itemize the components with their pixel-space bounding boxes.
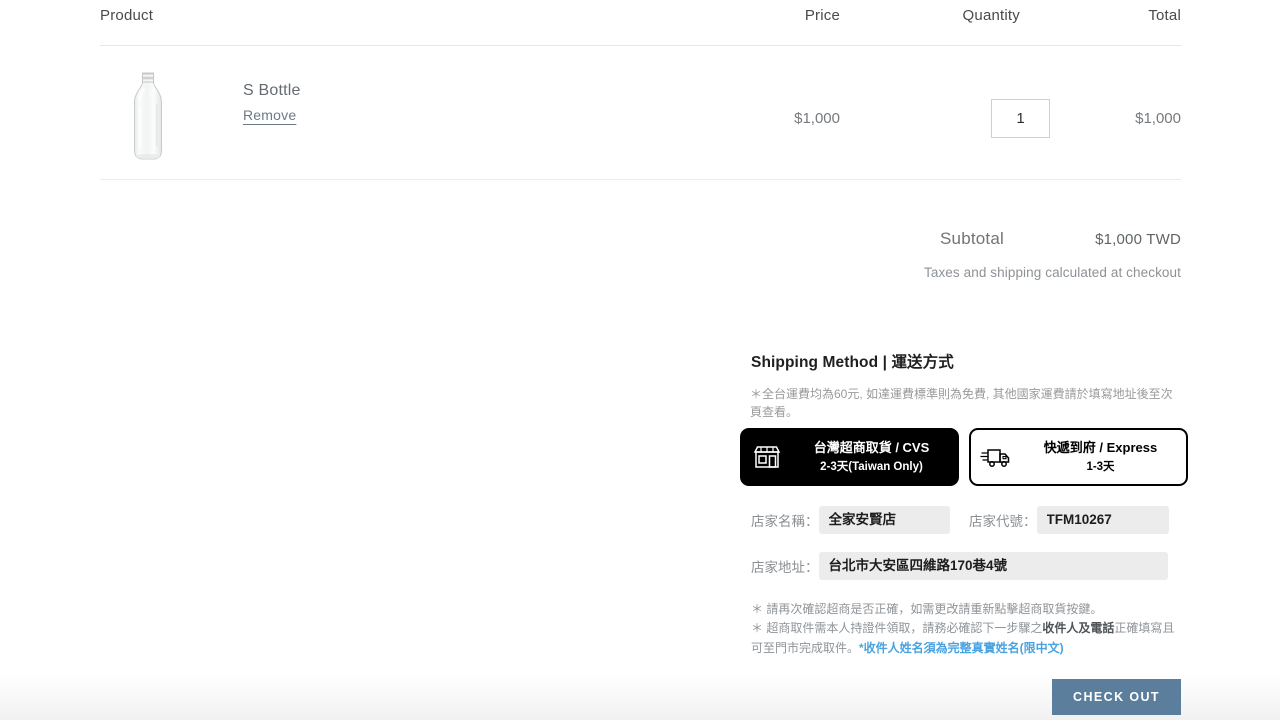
column-header-product: Product [100,7,154,24]
subtotal-label: Subtotal [940,229,1004,248]
store-address-field: 店家地址： [751,552,1168,580]
store-code-input[interactable] [1036,506,1169,534]
tax-shipping-note: Taxes and shipping calculated at checkou… [923,265,1181,280]
shipping-method-title: Shipping Method | 運送方式 [751,354,954,371]
shipping-option-cvs-line2: 2-3天(Taiwan Only) [820,461,923,473]
store-name-label: 店家名稱： [751,514,819,529]
delivery-truck-icon [971,445,1021,469]
subtotal-row: Subtotal $1,000 TWD [940,229,1181,249]
remove-item-button[interactable]: Remove [243,107,296,123]
store-name-input[interactable] [818,506,950,534]
shipping-warning-highlight: *收件人姓名須為完整真實姓名(限中文) [859,640,1064,655]
glass-bottle-photo-icon [134,72,162,160]
shipping-warning-line2-bold: 收件人及電話 [1042,621,1115,636]
column-header-quantity: Quantity [962,7,1020,24]
checkout-button[interactable]: CHECK OUT [1052,679,1181,715]
shipping-option-cvs[interactable]: 台灣超商取貨 / CVS 2-3天(Taiwan Only) [740,428,959,486]
shipping-option-cvs-text: 台灣超商取貨 / CVS 2-3天(Taiwan Only) [792,439,957,475]
store-name-field: 店家名稱： [751,506,950,534]
product-price: $1,000 [794,110,840,127]
shipping-options: 台灣超商取貨 / CVS 2-3天(Taiwan Only) 快遞到府 / Ex… [740,428,1188,486]
shipping-warning-line2-a: ＊ 超商取件需本人持證件領取，請務必確認下一步驟之 [751,621,1043,636]
product-line-total: $1,000 [1135,110,1181,127]
column-header-price: Price [804,7,840,24]
shipping-option-express-line2: 1-3天 [1086,461,1115,473]
cart-table-header: Product Price Quantity Total [100,0,1181,46]
product-thumbnail[interactable] [122,70,174,162]
subtotal-value: $1,000 TWD [1095,231,1181,248]
shipping-option-cvs-line1: 台灣超商取貨 / CVS [813,440,930,455]
shipping-option-express[interactable]: 快遞到府 / Express 1-3天 [969,428,1188,486]
product-title[interactable]: S Bottle [243,82,301,100]
store-address-label: 店家地址： [751,560,819,575]
storefront-icon [742,444,792,470]
shipping-option-express-text: 快遞到府 / Express 1-3天 [1021,439,1186,475]
shipping-warning-line1: ＊ 請再次確認超商是否正確，如需更改請重新點擊超商取貨按鍵。 [751,602,1103,616]
shipping-fee-note: ＊全台運費均為60元, 如達運費標準則為免費, 其他國家運費請於填寫地址後至次頁… [750,387,1173,419]
store-code-field: 店家代號： [969,506,1169,534]
table-row: S Bottle Remove $1,000 $1,000 [100,46,1181,180]
store-code-label: 店家代號： [969,514,1037,529]
quantity-input[interactable] [991,99,1050,138]
column-header-total: Total [1148,7,1181,24]
cart-page: Product Price Quantity Total S Bottle Re… [0,0,1280,720]
shipping-option-express-line1: 快遞到府 / Express [1043,440,1158,455]
shipping-warnings: ＊ 請再次確認超商是否正確，如需更改請重新點擊超商取貨按鍵。 ＊ 超商取件需本人… [751,600,1182,658]
store-address-input[interactable] [818,552,1168,580]
